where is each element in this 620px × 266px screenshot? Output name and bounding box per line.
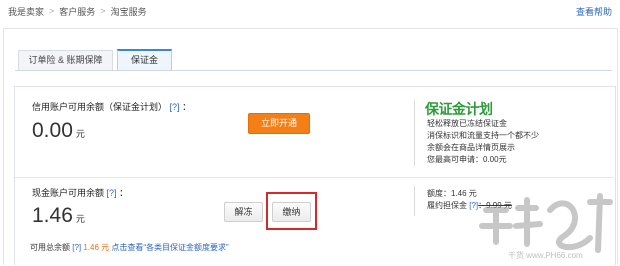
breadcrumb-item-customer-service[interactable]: 客户服务 [59, 5, 95, 18]
breadcrumb-item-taobao-service: 淘宝服务 [110, 6, 147, 17]
deposit-plan-logo: 保证金计划 [425, 101, 493, 117]
cash-balance-value: 1.46 [32, 204, 73, 227]
cash-balance-label-text: 现金账户可用余额 [32, 188, 105, 198]
credit-label-colon: ： [182, 102, 192, 112]
breadcrumb-item-seller[interactable]: 我是卖家 [8, 5, 44, 18]
vertical-divider [414, 100, 415, 166]
credit-balance-unit: 元 [75, 129, 85, 139]
credit-balance-label: 信用账户可用余额（保证金计划） [?] ： [32, 100, 191, 113]
breadcrumb-separator: > [49, 6, 55, 16]
total-balance-label: 可用总余额 [30, 243, 70, 252]
watermark-text: 干货 www.PH66.com [508, 250, 583, 260]
cash-balance-amount: 1.46 元 [32, 204, 85, 228]
credit-balance-label-text: 信用账户可用余额（保证金计划） [32, 102, 168, 112]
plan-line: 余额会在商品详情页展示 [427, 143, 515, 152]
credit-balance-amount: 0.00 元 [32, 119, 85, 143]
total-balance-note: 可用总余额 [?] 1.46 元 点击查看“各类目保证金额度要求” [30, 242, 229, 253]
vertical-divider [414, 186, 415, 216]
tab-deposit[interactable]: 保证金 [117, 49, 172, 70]
cash-label-colon: ： [119, 188, 129, 198]
help-link[interactable]: 查看帮助 [576, 5, 612, 18]
highlight-box [266, 192, 317, 230]
cash-help-link[interactable]: [?] [107, 188, 117, 198]
breadcrumb: 我是卖家 > 客户服务 > 淘宝服务 [8, 4, 147, 18]
performance-deposit-label: 履约担保金 [427, 201, 467, 210]
breadcrumb-separator: > [100, 6, 106, 16]
cash-balance-unit: 元 [75, 214, 85, 224]
credit-help-link[interactable]: [?] [170, 102, 180, 112]
total-balance-help-link[interactable]: [?] [72, 243, 81, 252]
tab-order-insurance[interactable]: 订单险 & 账期保障 [18, 50, 113, 70]
total-balance-amount: 1.46 元 [81, 243, 112, 252]
plan-line: 轻松释放已冻结保证金 [427, 119, 507, 128]
unfreeze-button[interactable]: 解冻 [224, 202, 263, 222]
plan-line: 您最高可申请：0.00元 [427, 155, 507, 164]
performance-deposit-help-link[interactable]: [?] [469, 201, 478, 210]
quota-limit: 额度：1.46 元 [427, 189, 477, 198]
activate-now-button[interactable]: 立即开通 [248, 113, 310, 134]
section-divider [15, 177, 614, 178]
watermark-logo: 干货 www.PH66.com [479, 193, 613, 260]
plan-line: 消保标识和流量支持一个都不少 [427, 131, 539, 140]
cash-balance-label: 现金账户可用余额 [?] ： [32, 186, 128, 199]
category-requirement-link[interactable]: 点击查看“各类目保证金额度要求” [111, 243, 228, 252]
credit-balance-value: 0.00 [32, 119, 73, 142]
